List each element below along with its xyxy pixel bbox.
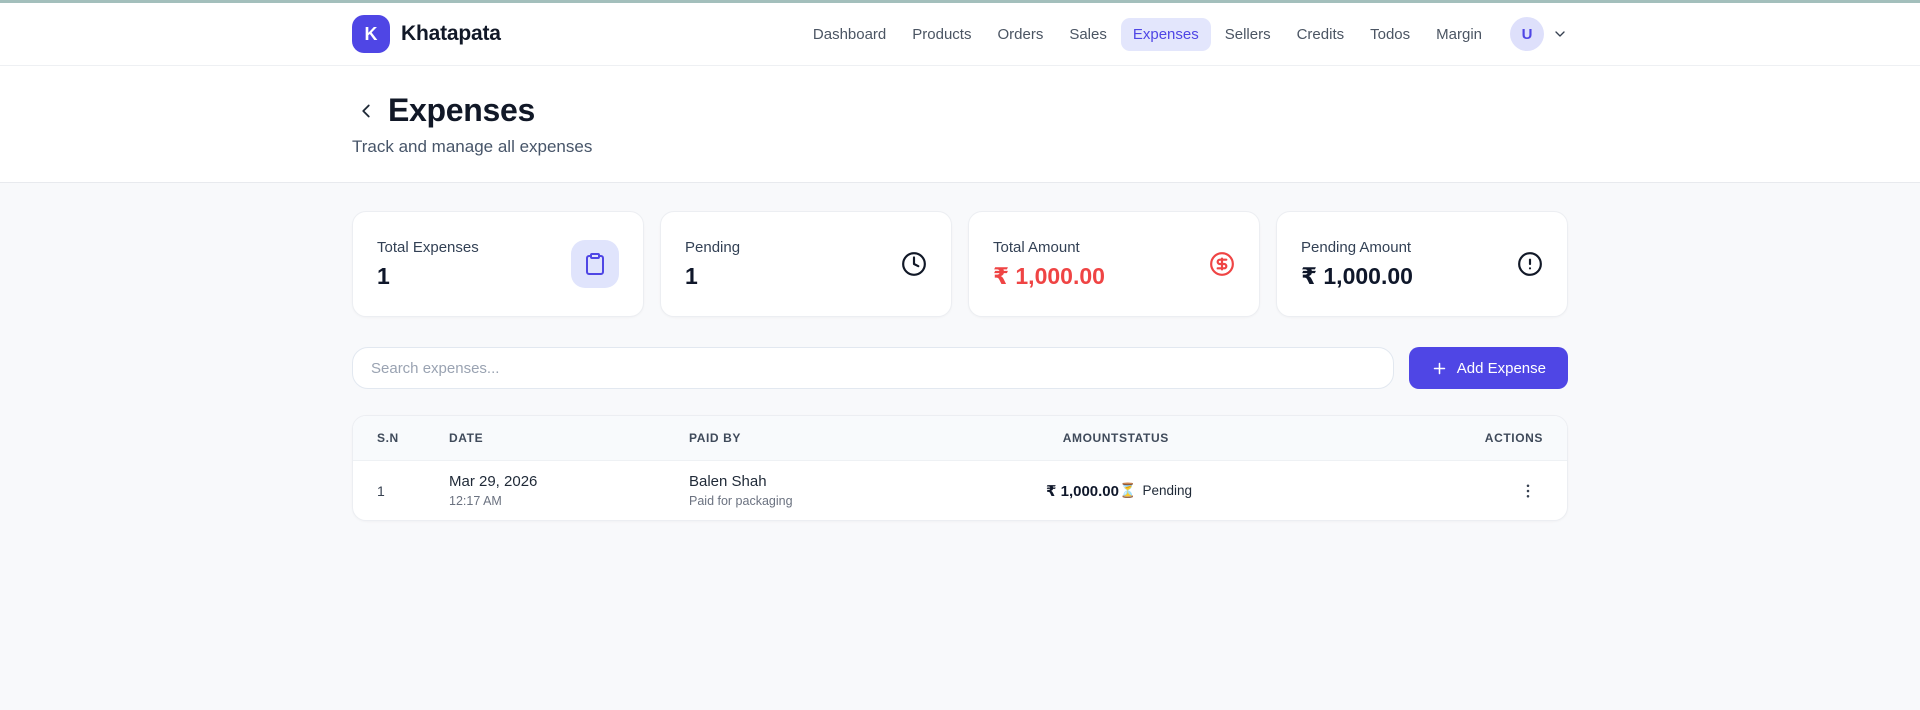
- brand-name: Khatapata: [401, 22, 501, 45]
- row-actions-cell: [1459, 464, 1543, 518]
- add-expense-button[interactable]: Add Expense: [1408, 347, 1568, 389]
- plus-icon: [1431, 360, 1448, 377]
- nav-item-dashboard[interactable]: Dashboard: [801, 18, 898, 51]
- row-paid-by-cell: Balen Shah Paid for packaging: [689, 461, 959, 520]
- nav-item-sales[interactable]: Sales: [1057, 18, 1119, 51]
- page-subtitle: Track and manage all expenses: [352, 137, 593, 156]
- stat-label: Total Amount: [993, 238, 1080, 256]
- stat-card-total-amount: Total Amount ₹ 1,000.00: [968, 211, 1260, 317]
- add-expense-label: Add Expense: [1456, 359, 1546, 377]
- hourglass-icon: ⏳: [1119, 482, 1137, 498]
- nav-item-orders[interactable]: Orders: [985, 18, 1055, 51]
- stat-card-pending: Pending 1: [660, 211, 952, 317]
- dollar-circle-icon: [1209, 251, 1235, 277]
- row-status-cell: ⏳ Pending: [1119, 470, 1459, 511]
- brand[interactable]: K Khatapata: [352, 15, 501, 53]
- navbar: K Khatapata Dashboard Products Orders Sa…: [0, 3, 1920, 66]
- stat-value: ₹ 1,000.00: [993, 262, 1105, 289]
- column-header-status: STATUS: [1119, 431, 1169, 445]
- user-menu-button[interactable]: [1552, 26, 1568, 42]
- stat-cards: Total Expenses 1 Pending 1 Total Amount …: [352, 211, 1568, 317]
- column-header-date: DATE: [449, 431, 484, 445]
- row-sn: 1: [377, 482, 385, 499]
- clock-icon: [901, 251, 927, 277]
- toolbar: Add Expense: [352, 347, 1568, 389]
- stat-value: 1: [685, 262, 698, 289]
- nav-item-sellers[interactable]: Sellers: [1213, 18, 1283, 51]
- status-label: Pending: [1142, 483, 1192, 498]
- row-time: 12:17 AM: [449, 494, 502, 508]
- search-input[interactable]: [352, 347, 1394, 389]
- brand-logo: K: [352, 15, 390, 53]
- row-amount: ₹ 1,000.00: [1046, 482, 1119, 500]
- brand-logo-letter: K: [364, 23, 378, 44]
- kebab-menu-icon: [1519, 482, 1537, 500]
- stat-label: Total Expenses: [377, 238, 479, 256]
- row-note: Paid for packaging: [689, 494, 793, 508]
- column-header-paid-by: PAID BY: [689, 431, 741, 445]
- nav-item-credits[interactable]: Credits: [1285, 18, 1357, 51]
- nav-item-margin[interactable]: Margin: [1424, 18, 1494, 51]
- user-avatar[interactable]: U: [1510, 17, 1544, 51]
- table-row[interactable]: 1 Mar 29, 2026 12:17 AM Balen Shah Paid …: [353, 460, 1567, 520]
- row-date: Mar 29, 2026: [449, 473, 538, 490]
- stat-card-pending-amount: Pending Amount ₹ 1,000.00: [1276, 211, 1568, 317]
- nav-item-products[interactable]: Products: [900, 18, 983, 51]
- row-date-cell: Mar 29, 2026 12:17 AM: [449, 461, 689, 520]
- page-title: Expenses: [388, 92, 536, 128]
- back-button[interactable]: [352, 97, 380, 125]
- stat-label: Pending Amount: [1301, 238, 1412, 256]
- expenses-table: S.N DATE PAID BY AMOUNT STATUS ACTIONS 1…: [352, 415, 1568, 521]
- clipboard-icon: [571, 240, 619, 288]
- chevron-down-icon: [1552, 26, 1568, 42]
- stat-value: ₹ 1,000.00: [1301, 262, 1413, 289]
- column-header-sn: S.N: [377, 431, 399, 445]
- table-header-row: S.N DATE PAID BY AMOUNT STATUS ACTIONS: [353, 416, 1567, 460]
- nav-item-todos[interactable]: Todos: [1358, 18, 1422, 51]
- main-content: Total Expenses 1 Pending 1 Total Amount …: [0, 183, 1920, 521]
- column-header-actions: ACTIONS: [1484, 431, 1543, 445]
- stat-label: Pending: [685, 238, 741, 256]
- page-header: Expenses Track and manage all expenses: [0, 66, 1920, 183]
- nav-item-expenses[interactable]: Expenses: [1120, 17, 1211, 51]
- alert-circle-icon: [1517, 251, 1543, 277]
- main-nav: Dashboard Products Orders Sales Expenses…: [801, 17, 1568, 51]
- stat-card-total-expenses: Total Expenses 1: [352, 211, 644, 317]
- status-badge: ⏳ Pending: [1119, 482, 1459, 499]
- row-paid-by: Balen Shah: [689, 473, 767, 490]
- chevron-left-icon: [355, 100, 377, 122]
- column-header-amount: AMOUNT: [1062, 431, 1119, 445]
- stat-value: 1: [377, 262, 390, 289]
- row-actions-button[interactable]: [1513, 476, 1543, 506]
